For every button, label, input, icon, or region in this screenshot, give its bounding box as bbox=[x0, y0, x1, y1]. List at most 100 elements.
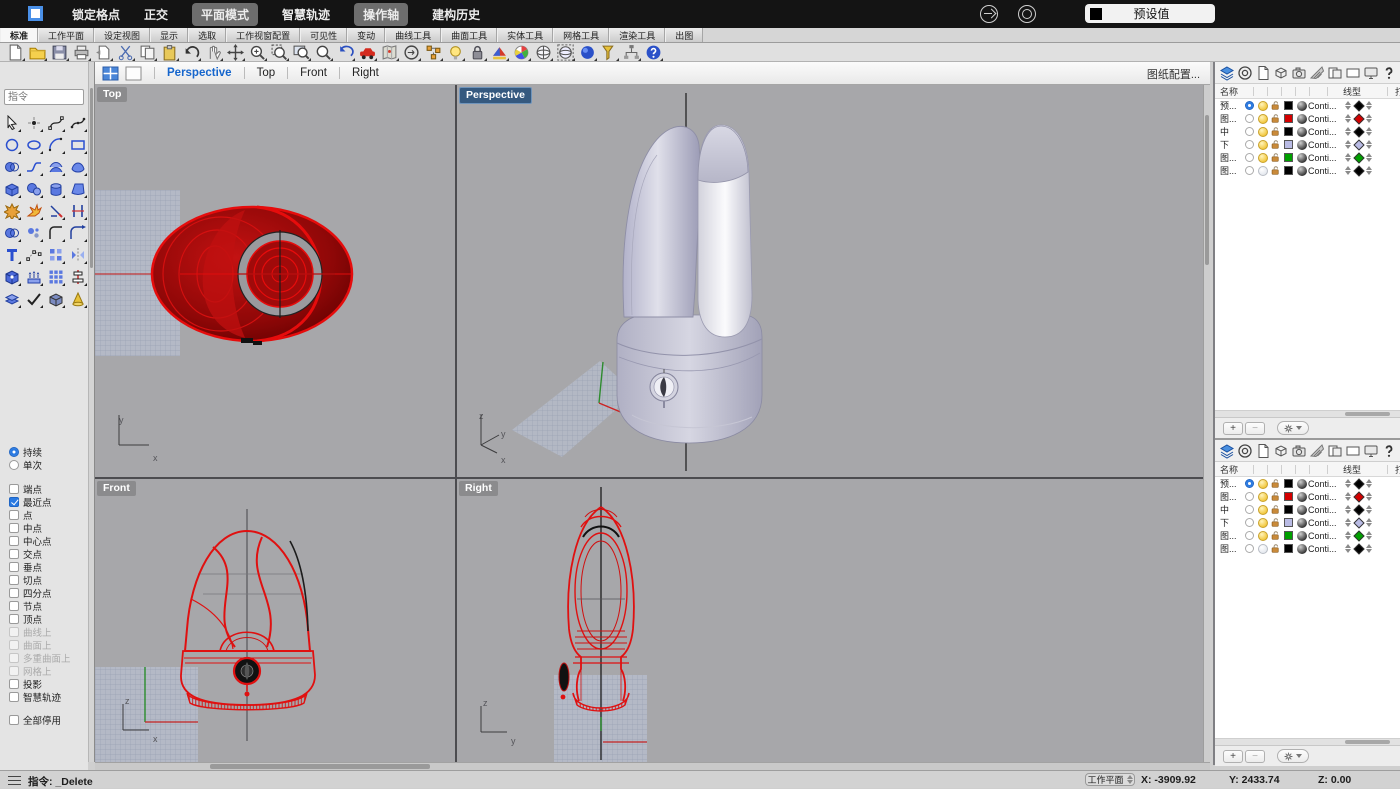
color-wheel-icon[interactable] bbox=[513, 44, 530, 61]
layer-current-radio[interactable] bbox=[1245, 140, 1254, 149]
layer-material-icon[interactable] bbox=[1297, 479, 1307, 489]
layer-row[interactable]: 预... Conti... bbox=[1215, 477, 1400, 490]
undo-icon[interactable] bbox=[183, 44, 200, 61]
command-input[interactable] bbox=[4, 89, 84, 105]
layer-name[interactable]: 图... bbox=[1215, 151, 1243, 164]
left-scrollbar[interactable] bbox=[88, 62, 95, 762]
layer-material-icon[interactable] bbox=[1297, 140, 1307, 150]
shaded-box-tool[interactable] bbox=[46, 289, 66, 309]
extrude-tool[interactable] bbox=[24, 267, 44, 287]
layer-name[interactable]: 图... bbox=[1215, 112, 1243, 125]
layer-color-swatch[interactable] bbox=[1284, 114, 1293, 123]
target-icon[interactable] bbox=[1237, 443, 1253, 459]
panel-help-icon[interactable] bbox=[1381, 443, 1397, 459]
layer-lock-icon[interactable] bbox=[1269, 139, 1282, 150]
layer-color-swatch[interactable] bbox=[1284, 127, 1293, 136]
layer-material-icon[interactable] bbox=[1297, 531, 1307, 541]
sphere-curve-tool[interactable] bbox=[2, 157, 22, 177]
layers-icon[interactable] bbox=[1219, 443, 1235, 459]
ribbon-tab[interactable]: 变动 bbox=[347, 28, 385, 42]
cone-tool[interactable] bbox=[68, 289, 88, 309]
car-icon[interactable] bbox=[359, 44, 376, 61]
layer-color-swatch[interactable] bbox=[1284, 518, 1293, 527]
viewport-front-badge[interactable]: Front bbox=[97, 481, 136, 496]
osnap-mode-radio[interactable]: 单次 bbox=[9, 458, 88, 471]
titlebar-menu-item[interactable]: 平面模式 bbox=[192, 3, 258, 26]
rendered-sphere-icon[interactable] bbox=[579, 44, 596, 61]
viewport-horizontal-scrollbar[interactable] bbox=[95, 762, 1210, 770]
layer-row[interactable]: 图... Conti... bbox=[1215, 112, 1400, 125]
layer-linetype-select[interactable]: Conti... bbox=[1308, 492, 1355, 502]
osnap-checkbox[interactable]: 垂点 bbox=[9, 560, 88, 573]
layer-row[interactable]: 中 Conti... bbox=[1215, 125, 1400, 138]
layer-visibility-bulb-icon[interactable] bbox=[1258, 544, 1268, 554]
layer-linetype-select[interactable]: Conti... bbox=[1308, 544, 1355, 554]
cplane-icon[interactable] bbox=[403, 44, 420, 61]
ribbon-tab[interactable]: 显示 bbox=[150, 28, 188, 42]
osnap-checkbox[interactable]: 中点 bbox=[9, 521, 88, 534]
target-icon[interactable] bbox=[1237, 65, 1253, 81]
box-tool[interactable] bbox=[2, 179, 22, 199]
osnap-checkbox[interactable]: 曲面上 bbox=[9, 638, 88, 651]
loft-surface-tool[interactable] bbox=[46, 157, 66, 177]
viewport-right[interactable]: Right bbox=[457, 479, 1203, 762]
layer-lock-icon[interactable] bbox=[1269, 543, 1282, 554]
rectangle-tool[interactable] bbox=[68, 135, 88, 155]
layer-name[interactable]: 图... bbox=[1215, 490, 1243, 503]
layer-print-color[interactable] bbox=[1355, 492, 1375, 501]
document-icon[interactable] bbox=[1255, 65, 1271, 81]
export-icon[interactable] bbox=[95, 44, 112, 61]
osnap-checkbox[interactable]: 网格上 bbox=[9, 664, 88, 677]
layer-name[interactable]: 下 bbox=[1215, 516, 1243, 529]
cube-icon[interactable] bbox=[1273, 65, 1289, 81]
cylinder-tool[interactable] bbox=[46, 179, 66, 199]
named-positions-icon[interactable] bbox=[425, 44, 442, 61]
camera-icon[interactable] bbox=[1291, 65, 1307, 81]
layer-visibility-bulb-icon[interactable] bbox=[1258, 531, 1268, 541]
panel-help-icon[interactable] bbox=[1381, 65, 1397, 81]
layer-visibility-bulb-icon[interactable] bbox=[1258, 127, 1268, 137]
titlebar-menu-item[interactable]: 正交 bbox=[144, 6, 168, 23]
ribbon-tab[interactable]: 出图 bbox=[665, 28, 703, 42]
window-state-swatch[interactable] bbox=[28, 6, 43, 21]
ribbon-tab[interactable]: 曲线工具 bbox=[385, 28, 441, 42]
blend-curve-tool[interactable] bbox=[24, 157, 44, 177]
layer-linetype-select[interactable]: Conti... bbox=[1308, 505, 1355, 515]
layer-material-icon[interactable] bbox=[1297, 166, 1307, 176]
viewport-right-badge[interactable]: Right bbox=[459, 481, 498, 496]
layer-row[interactable]: 图... Conti... bbox=[1215, 164, 1400, 177]
layer-linetype-select[interactable]: Conti... bbox=[1308, 153, 1355, 163]
circle-tool[interactable] bbox=[2, 135, 22, 155]
osnap-mode-radio[interactable]: 持续 bbox=[9, 445, 88, 458]
viewport-front[interactable]: Front bbox=[95, 479, 455, 762]
hatch-icon[interactable] bbox=[1309, 65, 1325, 81]
scale-tool[interactable] bbox=[68, 267, 88, 287]
zoom-selected-icon[interactable] bbox=[271, 44, 288, 61]
add-layer-button[interactable]: + bbox=[1223, 422, 1243, 435]
open-file-icon[interactable] bbox=[29, 44, 46, 61]
patch-surface-tool[interactable] bbox=[68, 179, 88, 199]
osnap-checkbox[interactable]: 最近点 bbox=[9, 495, 88, 508]
layer-linetype-select[interactable]: Conti... bbox=[1308, 114, 1355, 124]
layers-hscrollbar[interactable] bbox=[1215, 738, 1400, 745]
osnap-checkbox[interactable]: 节点 bbox=[9, 599, 88, 612]
layer-current-radio[interactable] bbox=[1245, 518, 1254, 527]
layer-print-color[interactable] bbox=[1355, 544, 1375, 553]
grid-array-tool[interactable] bbox=[46, 267, 66, 287]
lock-icon[interactable] bbox=[469, 44, 486, 61]
layer-linetype-select[interactable]: Conti... bbox=[1308, 518, 1355, 528]
layer-linetype-select[interactable]: Conti... bbox=[1308, 531, 1355, 541]
titlebar-menu-item[interactable]: 锁定格点 bbox=[72, 6, 120, 23]
layer-print-color[interactable] bbox=[1355, 479, 1375, 488]
undo-view-icon[interactable] bbox=[337, 44, 354, 61]
filter-icon[interactable] bbox=[601, 44, 618, 61]
osnap-checkbox[interactable]: 投影 bbox=[9, 677, 88, 690]
layer-name[interactable]: 预... bbox=[1215, 99, 1243, 112]
layer-lock-icon[interactable] bbox=[1269, 152, 1282, 163]
layer-linetype-select[interactable]: Conti... bbox=[1308, 101, 1355, 111]
titlebar-menu-item[interactable]: 智慧轨迹 bbox=[282, 6, 330, 23]
layer-material-icon[interactable] bbox=[1297, 153, 1307, 163]
monitor-icon[interactable] bbox=[1363, 443, 1379, 459]
zoom-extents-icon[interactable] bbox=[315, 44, 332, 61]
layer-color-swatch[interactable] bbox=[1284, 101, 1293, 110]
